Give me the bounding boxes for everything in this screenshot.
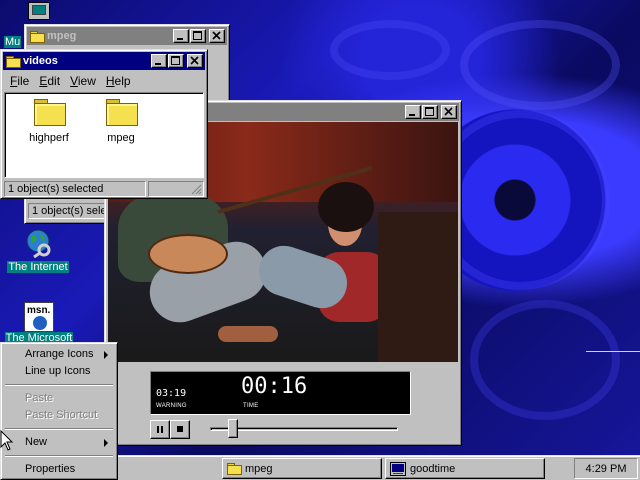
- remaining-value: 03:19: [156, 388, 187, 399]
- internet-globe-icon: [26, 229, 51, 259]
- mpeg-titlebar[interactable]: mpeg: [27, 27, 227, 45]
- elapsed-time-value: 00:16: [241, 374, 308, 399]
- desktop-icon-label: The Internet: [7, 261, 69, 273]
- menu-file[interactable]: File: [5, 74, 34, 88]
- menu-item-label: Line up Icons: [25, 365, 91, 377]
- seek-slider-thumb[interactable]: [227, 419, 238, 438]
- close-button[interactable]: [441, 105, 457, 119]
- maximize-button[interactable]: [168, 54, 184, 68]
- menu-view[interactable]: View: [65, 74, 101, 88]
- window-title: videos: [23, 55, 58, 67]
- desktop-icon-label: Mu: [4, 36, 22, 48]
- menu-item-paste-shortcut[interactable]: Paste Shortcut: [4, 407, 114, 424]
- remaining-label: WARNING: [156, 403, 187, 409]
- menu-item-label: New: [25, 436, 48, 448]
- menu-help[interactable]: Help: [101, 74, 136, 88]
- stop-icon: [177, 426, 183, 432]
- seek-slider-track[interactable]: [210, 427, 398, 431]
- media-player-icon: [390, 461, 406, 476]
- folder-icon: [105, 99, 138, 126]
- menu-item-properties[interactable]: Properties: [4, 461, 114, 478]
- file-item-mpeg[interactable]: mpeg: [93, 99, 149, 144]
- taskbar-button-mpeg[interactable]: mpeg: [222, 458, 382, 479]
- menu-item-label: Arrange Icons: [25, 348, 94, 360]
- videos-window[interactable]: videos File Edit View Help highperf mpeg…: [0, 49, 208, 199]
- wallpaper-swirl: [460, 20, 620, 110]
- close-button[interactable]: [187, 54, 203, 68]
- menu-item-line-up-icons[interactable]: Line up Icons: [4, 363, 114, 380]
- folder-icon: [227, 463, 242, 475]
- minimize-button[interactable]: [405, 105, 421, 119]
- window-title: mpeg: [47, 30, 77, 42]
- pause-button[interactable]: [150, 420, 170, 439]
- stop-button[interactable]: [170, 420, 190, 439]
- videos-titlebar[interactable]: videos: [3, 52, 205, 70]
- taskbar-button-label: mpeg: [245, 462, 273, 475]
- menu-item-label: Properties: [25, 463, 76, 475]
- pause-icon: [157, 426, 163, 433]
- menu-bar: File Edit View Help: [1, 72, 207, 90]
- submenu-arrow-icon: [104, 439, 108, 447]
- menu-separator: [5, 384, 113, 386]
- maximize-button[interactable]: [422, 105, 438, 119]
- wallpaper-swirl: [330, 20, 450, 80]
- desktop-icon-the-internet[interactable]: The Internet: [2, 226, 74, 273]
- menu-item-paste[interactable]: Paste: [4, 390, 114, 407]
- menu-item-label: Paste Shortcut: [25, 409, 98, 421]
- video-guitar-body: [148, 234, 228, 274]
- video-shoe: [218, 326, 278, 342]
- elapsed-time-label: TIME: [243, 403, 259, 409]
- wallpaper-streak: [586, 351, 640, 352]
- menu-edit[interactable]: Edit: [34, 74, 65, 88]
- maximize-button[interactable]: [190, 29, 206, 43]
- minimize-button[interactable]: [151, 54, 167, 68]
- video-chair: [378, 212, 458, 362]
- menu-item-label: Paste: [25, 392, 54, 404]
- file-item-label: mpeg: [107, 132, 135, 144]
- mouse-cursor-icon: [0, 430, 14, 451]
- folder-icon: [30, 30, 45, 43]
- computer-icon: [28, 2, 50, 20]
- menu-separator: [5, 428, 113, 430]
- desktop-context-menu: Arrange Icons Line up Icons Paste Paste …: [0, 342, 118, 480]
- time-display: 03:19 WARNING 00:16 TIME: [150, 371, 411, 415]
- videos-statusbar: 1 object(s) selected: [4, 181, 204, 197]
- file-item-highperf[interactable]: highperf: [21, 99, 77, 144]
- file-item-label: highperf: [29, 132, 69, 144]
- menu-item-arrange-icons[interactable]: Arrange Icons: [4, 346, 114, 363]
- file-list[interactable]: highperf mpeg: [4, 92, 204, 178]
- wallpaper-swirl: [470, 300, 620, 420]
- resize-grip-icon[interactable]: [191, 184, 202, 195]
- menu-item-new[interactable]: New: [4, 434, 114, 451]
- folder-icon: [6, 55, 21, 68]
- desktop-icon-msn[interactable]: msn. The Microsoft: [2, 302, 76, 344]
- taskbar-button-goodtime[interactable]: goodtime: [385, 458, 545, 479]
- system-tray: 4:29 PM: [574, 458, 638, 479]
- msn-icon: msn.: [24, 302, 54, 332]
- minimize-button[interactable]: [173, 29, 189, 43]
- status-text: 1 object(s) selected: [4, 181, 146, 197]
- submenu-arrow-icon: [104, 351, 108, 359]
- clock[interactable]: 4:29 PM: [586, 463, 627, 475]
- folder-icon: [33, 99, 66, 126]
- video-figure-right-hair: [318, 182, 374, 232]
- status-cell-empty: [148, 181, 204, 197]
- taskbar-button-label: goodtime: [410, 462, 456, 475]
- close-button[interactable]: [209, 29, 225, 43]
- menu-separator: [5, 455, 113, 457]
